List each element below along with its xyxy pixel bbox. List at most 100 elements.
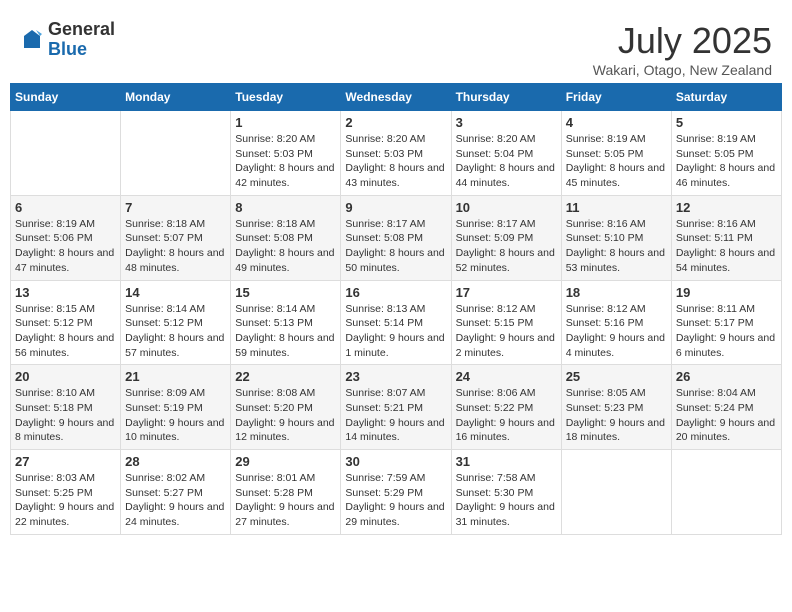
calendar: SundayMondayTuesdayWednesdayThursdayFrid… xyxy=(10,83,782,535)
day-info: Sunrise: 8:10 AM Sunset: 5:18 PM Dayligh… xyxy=(15,386,116,445)
calendar-cell: 1 Sunrise: 8:20 AM Sunset: 5:03 PM Daylig… xyxy=(231,111,341,196)
day-number: 31 xyxy=(456,454,557,469)
title-area: July 2025 Wakari, Otago, New Zealand xyxy=(593,20,772,78)
calendar-cell: 25 Sunrise: 8:05 AM Sunset: 5:23 PM Dayli… xyxy=(561,365,671,450)
calendar-body: 1 Sunrise: 8:20 AM Sunset: 5:03 PM Daylig… xyxy=(11,111,782,535)
weekday-header: Friday xyxy=(561,84,671,111)
calendar-week: 27 Sunrise: 8:03 AM Sunset: 5:25 PM Dayli… xyxy=(11,450,782,535)
day-info: Sunrise: 8:15 AM Sunset: 5:12 PM Dayligh… xyxy=(15,302,116,361)
calendar-header: SundayMondayTuesdayWednesdayThursdayFrid… xyxy=(11,84,782,111)
day-info: Sunrise: 7:58 AM Sunset: 5:30 PM Dayligh… xyxy=(456,471,557,530)
day-info: Sunrise: 8:14 AM Sunset: 5:13 PM Dayligh… xyxy=(235,302,336,361)
calendar-cell: 7 Sunrise: 8:18 AM Sunset: 5:07 PM Daylig… xyxy=(121,195,231,280)
day-number: 19 xyxy=(676,285,777,300)
day-info: Sunrise: 7:59 AM Sunset: 5:29 PM Dayligh… xyxy=(345,471,446,530)
day-number: 18 xyxy=(566,285,667,300)
calendar-cell: 27 Sunrise: 8:03 AM Sunset: 5:25 PM Dayli… xyxy=(11,450,121,535)
weekday-header: Wednesday xyxy=(341,84,451,111)
day-number: 6 xyxy=(15,200,116,215)
calendar-cell: 2Sunrise: 8:20 AM Sunset: 5:03 PM Daylig… xyxy=(341,111,451,196)
calendar-cell xyxy=(121,111,231,196)
day-info: Sunrise: 8:08 AM Sunset: 5:20 PM Dayligh… xyxy=(235,386,336,445)
page-header: General Blue July 2025 Wakari, Otago, Ne… xyxy=(10,10,782,83)
day-info: Sunrise: 8:03 AM Sunset: 5:25 PM Dayligh… xyxy=(15,471,116,530)
month-title: July 2025 xyxy=(593,20,772,62)
calendar-cell xyxy=(671,450,781,535)
calendar-cell: 24 Sunrise: 8:06 AM Sunset: 5:22 PM Dayli… xyxy=(451,365,561,450)
calendar-cell: 12 Sunrise: 8:16 AM Sunset: 5:11 PM Dayli… xyxy=(671,195,781,280)
day-info: Sunrise: 8:19 AM Sunset: 5:06 PM Dayligh… xyxy=(15,217,116,276)
day-number: 2 xyxy=(345,115,446,130)
weekday-header: Monday xyxy=(121,84,231,111)
day-info: Sunrise: 8:16 AM Sunset: 5:10 PM Dayligh… xyxy=(566,217,667,276)
calendar-cell: 17 Sunrise: 8:12 AM Sunset: 5:15 PM Dayli… xyxy=(451,280,561,365)
calendar-cell: 19 Sunrise: 8:11 AM Sunset: 5:17 PM Dayli… xyxy=(671,280,781,365)
day-info: Sunrise: 8:13 AM Sunset: 5:14 PM Dayligh… xyxy=(345,302,446,361)
calendar-cell: 29Sunrise: 8:01 AM Sunset: 5:28 PM Dayli… xyxy=(231,450,341,535)
day-number: 30 xyxy=(345,454,446,469)
calendar-cell: 4Sunrise: 8:19 AM Sunset: 5:05 PM Daylig… xyxy=(561,111,671,196)
day-info: Sunrise: 8:12 AM Sunset: 5:15 PM Dayligh… xyxy=(456,302,557,361)
day-info: Sunrise: 8:16 AM Sunset: 5:11 PM Dayligh… xyxy=(676,217,777,276)
day-number: 20 xyxy=(15,369,116,384)
calendar-cell: 8 Sunrise: 8:18 AM Sunset: 5:08 PM Daylig… xyxy=(231,195,341,280)
day-number: 17 xyxy=(456,285,557,300)
weekday-header: Saturday xyxy=(671,84,781,111)
day-info: Sunrise: 8:18 AM Sunset: 5:08 PM Dayligh… xyxy=(235,217,336,276)
day-info: Sunrise: 8:04 AM Sunset: 5:24 PM Dayligh… xyxy=(676,386,777,445)
day-number: 24 xyxy=(456,369,557,384)
day-info: Sunrise: 8:05 AM Sunset: 5:23 PM Dayligh… xyxy=(566,386,667,445)
calendar-cell: 20 Sunrise: 8:10 AM Sunset: 5:18 PM Dayli… xyxy=(11,365,121,450)
day-number: 27 xyxy=(15,454,116,469)
calendar-cell: 5 Sunrise: 8:19 AM Sunset: 5:05 PM Daylig… xyxy=(671,111,781,196)
day-info: Sunrise: 8:17 AM Sunset: 5:08 PM Dayligh… xyxy=(345,217,446,276)
day-number: 29 xyxy=(235,454,336,469)
day-number: 16 xyxy=(345,285,446,300)
day-info: Sunrise: 8:09 AM Sunset: 5:19 PM Dayligh… xyxy=(125,386,226,445)
calendar-cell: 28 Sunrise: 8:02 AM Sunset: 5:27 PM Dayli… xyxy=(121,450,231,535)
calendar-cell: 13Sunrise: 8:15 AM Sunset: 5:12 PM Dayli… xyxy=(11,280,121,365)
calendar-cell: 14Sunrise: 8:14 AM Sunset: 5:12 PM Dayli… xyxy=(121,280,231,365)
calendar-cell: 11Sunrise: 8:16 AM Sunset: 5:10 PM Dayli… xyxy=(561,195,671,280)
weekday-header: Thursday xyxy=(451,84,561,111)
day-info: Sunrise: 8:11 AM Sunset: 5:17 PM Dayligh… xyxy=(676,302,777,361)
day-number: 12 xyxy=(676,200,777,215)
calendar-cell: 22Sunrise: 8:08 AM Sunset: 5:20 PM Dayli… xyxy=(231,365,341,450)
calendar-week: 6 Sunrise: 8:19 AM Sunset: 5:06 PM Daylig… xyxy=(11,195,782,280)
day-info: Sunrise: 8:12 AM Sunset: 5:16 PM Dayligh… xyxy=(566,302,667,361)
calendar-cell: 15 Sunrise: 8:14 AM Sunset: 5:13 PM Dayli… xyxy=(231,280,341,365)
day-info: Sunrise: 8:06 AM Sunset: 5:22 PM Dayligh… xyxy=(456,386,557,445)
day-number: 28 xyxy=(125,454,226,469)
day-info: Sunrise: 8:18 AM Sunset: 5:07 PM Dayligh… xyxy=(125,217,226,276)
logo-text: General Blue xyxy=(48,20,115,60)
day-number: 15 xyxy=(235,285,336,300)
calendar-cell: 26 Sunrise: 8:04 AM Sunset: 5:24 PM Dayli… xyxy=(671,365,781,450)
calendar-cell: 30 Sunrise: 7:59 AM Sunset: 5:29 PM Dayli… xyxy=(341,450,451,535)
calendar-cell: 9Sunrise: 8:17 AM Sunset: 5:08 PM Daylig… xyxy=(341,195,451,280)
weekday-header: Sunday xyxy=(11,84,121,111)
calendar-cell xyxy=(561,450,671,535)
logo: General Blue xyxy=(20,20,115,60)
day-number: 1 xyxy=(235,115,336,130)
calendar-cell: 18 Sunrise: 8:12 AM Sunset: 5:16 PM Dayli… xyxy=(561,280,671,365)
day-number: 26 xyxy=(676,369,777,384)
day-info: Sunrise: 8:07 AM Sunset: 5:21 PM Dayligh… xyxy=(345,386,446,445)
calendar-week: 20 Sunrise: 8:10 AM Sunset: 5:18 PM Dayli… xyxy=(11,365,782,450)
day-number: 7 xyxy=(125,200,226,215)
day-number: 14 xyxy=(125,285,226,300)
calendar-cell: 23 Sunrise: 8:07 AM Sunset: 5:21 PM Dayli… xyxy=(341,365,451,450)
calendar-cell: 31 Sunrise: 7:58 AM Sunset: 5:30 PM Dayli… xyxy=(451,450,561,535)
day-info: Sunrise: 8:20 AM Sunset: 5:04 PM Dayligh… xyxy=(456,132,557,191)
calendar-cell xyxy=(11,111,121,196)
day-number: 10 xyxy=(456,200,557,215)
day-number: 25 xyxy=(566,369,667,384)
day-number: 21 xyxy=(125,369,226,384)
day-number: 5 xyxy=(676,115,777,130)
day-info: Sunrise: 8:02 AM Sunset: 5:27 PM Dayligh… xyxy=(125,471,226,530)
day-info: Sunrise: 8:19 AM Sunset: 5:05 PM Dayligh… xyxy=(566,132,667,191)
day-number: 23 xyxy=(345,369,446,384)
day-info: Sunrise: 8:20 AM Sunset: 5:03 PM Dayligh… xyxy=(235,132,336,191)
day-number: 8 xyxy=(235,200,336,215)
calendar-week: 1 Sunrise: 8:20 AM Sunset: 5:03 PM Daylig… xyxy=(11,111,782,196)
day-info: Sunrise: 8:19 AM Sunset: 5:05 PM Dayligh… xyxy=(676,132,777,191)
